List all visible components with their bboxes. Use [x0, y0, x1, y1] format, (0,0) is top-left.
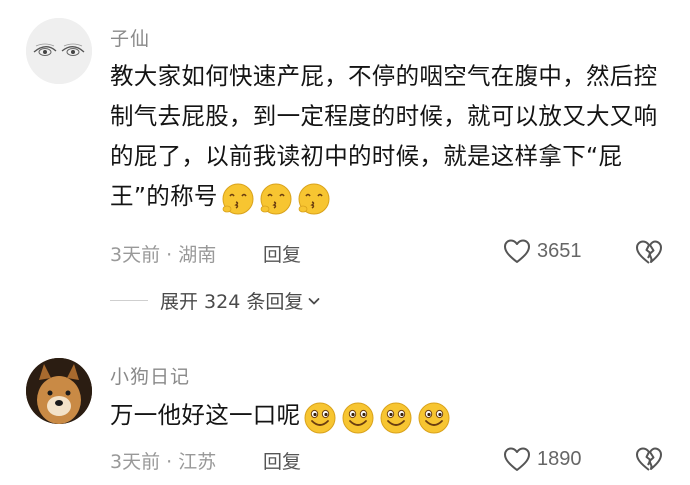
- smile-face-emoji: [304, 402, 336, 434]
- avatar[interactable]: [26, 358, 92, 424]
- comment-text: 万一他好这一口呢: [110, 395, 670, 437]
- kiss-face-emoji: [222, 183, 254, 215]
- comment-meta: 3天前 · 湖南: [110, 240, 216, 267]
- emoji-row: [303, 397, 455, 437]
- comment-time: 3天前: [110, 451, 161, 473]
- username[interactable]: 子仙: [110, 24, 150, 51]
- comment-location: 江苏: [178, 451, 217, 473]
- reply-button[interactable]: 回复: [263, 240, 301, 267]
- username[interactable]: 小狗日记: [110, 362, 190, 389]
- meta-separator: ·: [166, 451, 173, 473]
- chevron-down-icon: [308, 297, 320, 304]
- smile-face-emoji: [380, 402, 412, 434]
- comment-meta: 3天前 · 江苏: [110, 447, 216, 474]
- like-count: 3651: [537, 239, 582, 262]
- meta-separator: ·: [166, 244, 173, 266]
- broken-heart-icon[interactable]: [635, 238, 663, 266]
- heart-outline-icon: [504, 447, 530, 471]
- comment-item: 子仙 教大家如何快速产屁，不停的咽空气在腹中，然后控制气去屁股，到一定程度的时候…: [0, 0, 690, 330]
- like-count: 1890: [537, 447, 582, 470]
- kiss-face-emoji: [260, 183, 292, 215]
- avatar[interactable]: [26, 18, 92, 84]
- smile-face-emoji: [418, 402, 450, 434]
- like-button[interactable]: 1890: [503, 444, 582, 474]
- smile-face-emoji: [342, 402, 374, 434]
- reply-button[interactable]: 回复: [263, 447, 301, 474]
- like-button[interactable]: 3651: [503, 236, 582, 266]
- comment-location: 湖南: [178, 244, 217, 266]
- comment-text: 教大家如何快速产屁，不停的咽空气在腹中，然后控制气去屁股，到一定程度的时候，就可…: [110, 56, 670, 218]
- heart-outline-icon: [504, 239, 530, 263]
- expand-replies-label: 展开 324 条回复: [160, 291, 304, 313]
- divider: [110, 300, 148, 301]
- expand-replies-button[interactable]: 展开 324 条回复: [110, 287, 321, 314]
- kiss-face-emoji: [298, 183, 330, 215]
- comment-item: 小狗日记 万一他好这一口呢 3天前 · 江苏 回复 1890: [0, 350, 690, 485]
- comment-text-content: 教大家如何快速产屁，不停的咽空气在腹中，然后控制气去屁股，到一定程度的时候，就可…: [110, 62, 658, 210]
- broken-heart-icon[interactable]: [635, 445, 663, 473]
- emoji-row: [221, 178, 335, 218]
- comment-time: 3天前: [110, 244, 161, 266]
- comment-text-content: 万一他好这一口呢: [110, 401, 301, 429]
